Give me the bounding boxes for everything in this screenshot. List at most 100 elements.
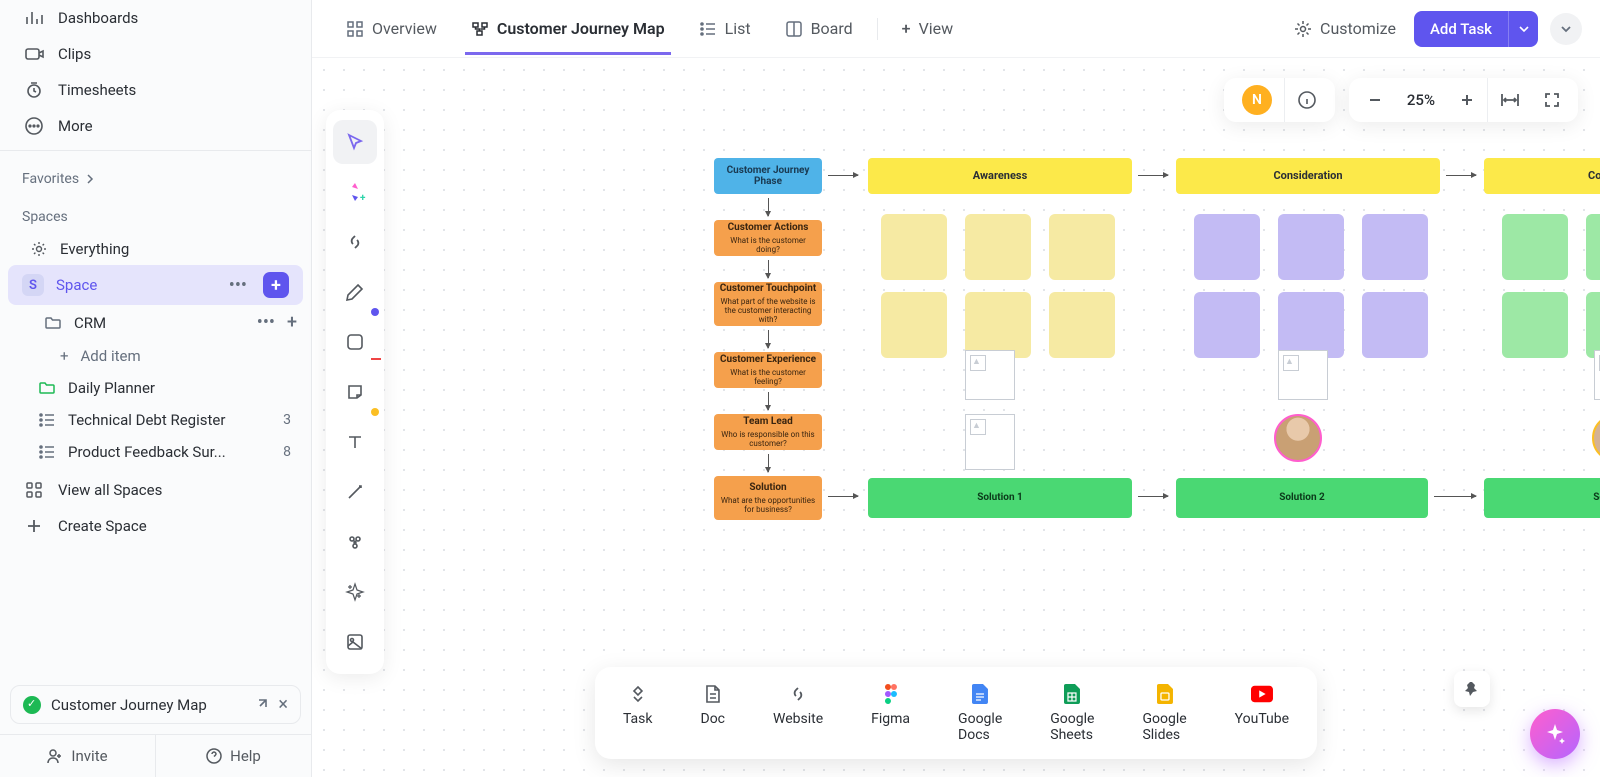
zoom-out-button[interactable] xyxy=(1355,78,1395,122)
solution-2[interactable]: Solution 2 xyxy=(1176,478,1428,518)
sticky-note[interactable] xyxy=(1049,214,1115,280)
sticky-note[interactable] xyxy=(1586,292,1600,358)
invite-button[interactable]: Invite xyxy=(0,735,155,777)
sticky-note[interactable] xyxy=(1049,292,1115,358)
status-complete-icon xyxy=(23,696,41,714)
image-placeholder[interactable] xyxy=(1278,350,1328,400)
space-menu-button[interactable]: ••• xyxy=(225,275,251,296)
folder-green-icon xyxy=(38,379,56,397)
pin-button[interactable] xyxy=(1454,671,1490,707)
sidebar-item-crm[interactable]: CRM ••• + xyxy=(0,305,311,340)
dock-youtube[interactable]: YouTube xyxy=(1215,677,1309,749)
zoom-level[interactable]: 25% xyxy=(1395,78,1447,122)
solution-3[interactable]: Solution 3 xyxy=(1484,478,1600,518)
tool-pointer[interactable] xyxy=(333,120,377,164)
phase-conversion[interactable]: Conversion xyxy=(1484,158,1600,194)
sidebar-create-space[interactable]: Create Space xyxy=(0,508,311,544)
dock-website[interactable]: Website xyxy=(753,677,843,749)
row-teamlead[interactable]: Team LeadWho is responsible on this cust… xyxy=(714,414,822,450)
zoom-in-button[interactable] xyxy=(1447,78,1487,122)
row-experience[interactable]: Customer ExperienceWhat is the customer … xyxy=(714,352,822,388)
dock-task[interactable]: Task xyxy=(603,677,673,749)
help-button[interactable]: Help xyxy=(155,735,311,777)
dock-gslides[interactable]: Google Slides xyxy=(1122,677,1206,749)
tool-shape[interactable] xyxy=(333,320,377,364)
sticky-note[interactable] xyxy=(1502,292,1568,358)
fit-width-button[interactable] xyxy=(1487,78,1532,122)
phase-header-title[interactable]: Customer Journey Phase xyxy=(714,158,822,194)
add-view-button[interactable]: +View xyxy=(886,3,969,54)
sidebar-view-all-spaces[interactable]: View all Spaces xyxy=(0,472,311,508)
whiteboard-canvas[interactable]: + N 25% xyxy=(312,58,1600,777)
dock-gsheets[interactable]: Google Sheets xyxy=(1030,677,1114,749)
gear-icon xyxy=(1294,20,1312,38)
space-add-button[interactable]: + xyxy=(263,272,289,298)
fullscreen-button[interactable] xyxy=(1532,78,1572,122)
tool-line[interactable] xyxy=(333,470,377,514)
sticky-note[interactable] xyxy=(1278,214,1344,280)
dock-doc[interactable]: Doc xyxy=(681,677,746,749)
nav-dashboards[interactable]: Dashboards xyxy=(0,0,311,36)
dock-figma[interactable]: Figma xyxy=(851,677,930,749)
tool-text[interactable] xyxy=(333,420,377,464)
image-placeholder[interactable] xyxy=(965,414,1015,470)
row-touchpoint[interactable]: Customer TouchpointWhat part of the webs… xyxy=(714,282,822,326)
tool-image[interactable] xyxy=(333,620,377,664)
tool-sticky[interactable] xyxy=(333,370,377,414)
tool-connector[interactable] xyxy=(333,220,377,264)
customize-button[interactable]: Customize xyxy=(1278,3,1412,54)
phase-awareness[interactable]: Awareness xyxy=(868,158,1132,194)
avatar-image[interactable] xyxy=(1274,414,1322,462)
row-solution[interactable]: SolutionWhat are the opportunities for b… xyxy=(714,476,822,520)
add-task-button[interactable]: Add Task xyxy=(1414,11,1538,47)
sidebar-add-item[interactable]: + Add item xyxy=(0,340,311,372)
crm-menu-button[interactable]: ••• xyxy=(257,312,275,333)
ai-fab[interactable] xyxy=(1530,709,1580,759)
nav-clips[interactable]: Clips xyxy=(0,36,311,72)
nav-more[interactable]: More xyxy=(0,108,311,144)
crm-add-button[interactable]: + xyxy=(287,312,297,333)
plus-icon: + xyxy=(902,19,911,38)
tab-board[interactable]: Board xyxy=(769,3,869,54)
image-placeholder[interactable] xyxy=(1594,350,1600,400)
solution-1[interactable]: Solution 1 xyxy=(868,478,1132,518)
row-actions[interactable]: Customer ActionsWhat is the customer doi… xyxy=(714,220,822,256)
sticky-note[interactable] xyxy=(1586,214,1600,280)
image-placeholder[interactable] xyxy=(965,350,1015,400)
sticky-note[interactable] xyxy=(881,214,947,280)
phase-consideration[interactable]: Consideration xyxy=(1176,158,1440,194)
tool-ai[interactable]: + xyxy=(333,170,377,214)
nav-timesheets[interactable]: Timesheets xyxy=(0,72,311,108)
add-task-dropdown[interactable] xyxy=(1508,11,1538,47)
avatar-image[interactable] xyxy=(1592,414,1600,462)
spaces-header[interactable]: Spaces xyxy=(0,195,311,233)
tool-template[interactable] xyxy=(333,520,377,564)
sidebar-item-daily-planner[interactable]: Daily Planner xyxy=(0,372,311,404)
sidebar-item-space[interactable]: S Space ••• + xyxy=(8,265,303,305)
open-item-pill[interactable]: Customer Journey Map × xyxy=(10,685,301,724)
sticky-note[interactable] xyxy=(881,292,947,358)
open-external-icon[interactable] xyxy=(254,698,268,712)
tool-magic[interactable] xyxy=(333,570,377,614)
sticky-note[interactable] xyxy=(1502,214,1568,280)
sticky-note[interactable] xyxy=(1194,214,1260,280)
tool-pen[interactable] xyxy=(333,270,377,314)
tab-list[interactable]: List xyxy=(683,3,767,54)
sidebar-item-everything[interactable]: Everything xyxy=(8,233,303,265)
sticky-note[interactable] xyxy=(1194,292,1260,358)
sticky-note[interactable] xyxy=(1362,214,1428,280)
collapse-button[interactable] xyxy=(1550,13,1582,45)
sticky-note[interactable] xyxy=(965,214,1031,280)
sticky-note[interactable] xyxy=(1362,292,1428,358)
close-icon[interactable]: × xyxy=(278,694,288,715)
sidebar-item-product-feedback[interactable]: Product Feedback Sur... 8 xyxy=(0,436,311,468)
sidebar-item-technical-debt[interactable]: Technical Debt Register 3 xyxy=(0,404,311,436)
user-avatar[interactable]: N xyxy=(1230,78,1284,122)
tab-overview[interactable]: Overview xyxy=(330,3,453,54)
dock-gdocs[interactable]: Google Docs xyxy=(938,677,1022,749)
sticky-note[interactable] xyxy=(965,292,1031,358)
sticky-note[interactable] xyxy=(1278,292,1344,358)
favorites-header[interactable]: Favorites xyxy=(0,157,311,195)
info-button[interactable] xyxy=(1284,78,1329,122)
tab-journey-map[interactable]: Customer Journey Map xyxy=(455,3,681,54)
